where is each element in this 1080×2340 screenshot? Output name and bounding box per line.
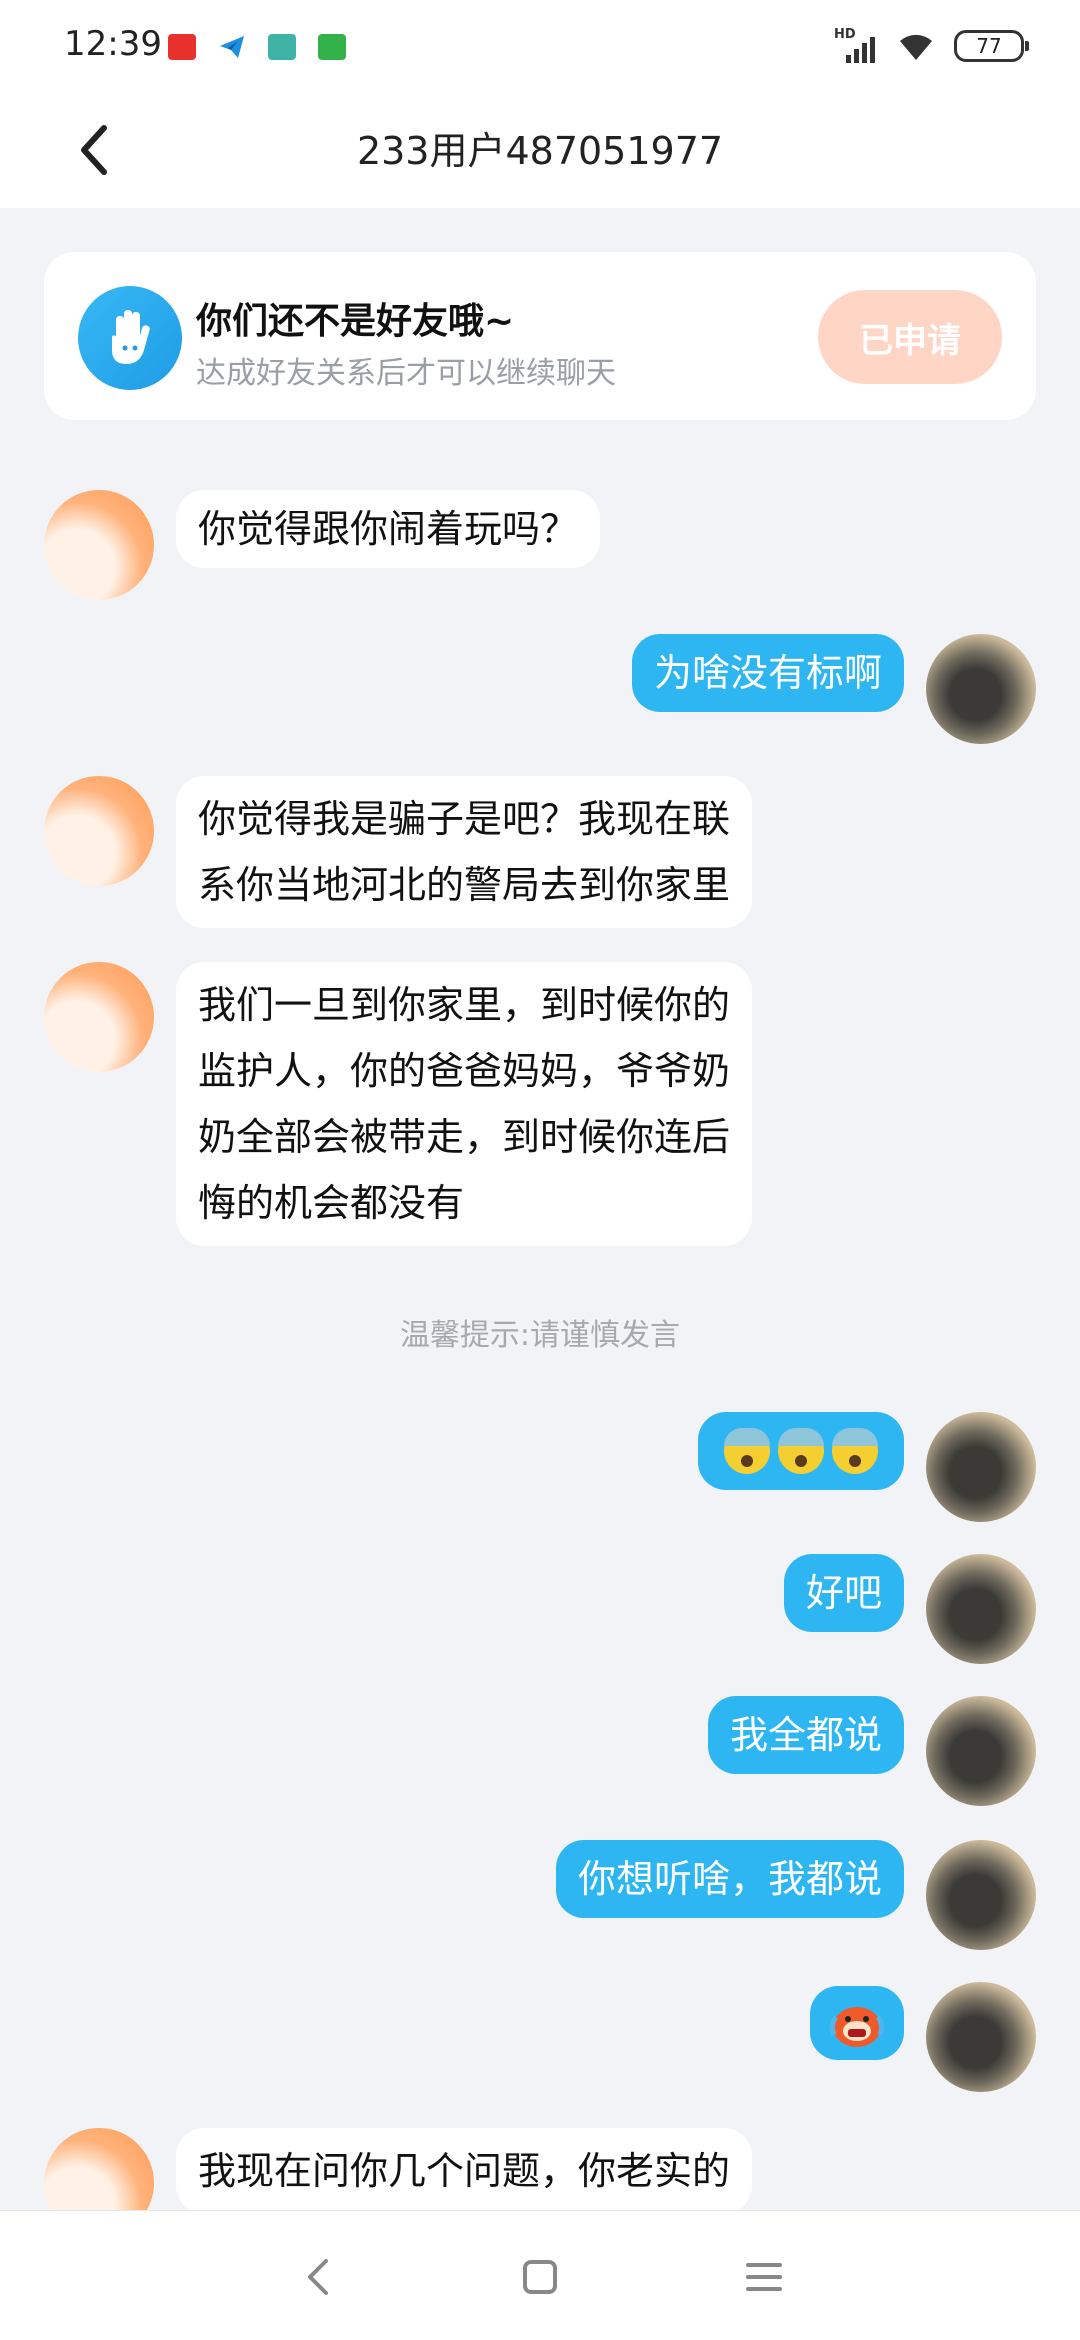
- message-text: 好吧: [805, 1571, 882, 1615]
- nav-home-button[interactable]: [510, 2247, 570, 2307]
- applied-button[interactable]: 已申请: [818, 290, 1002, 384]
- status-indicators: HD 77: [834, 26, 1029, 66]
- app-notification-icon: [268, 34, 296, 60]
- message-bubble[interactable]: 你想听啥，我都说: [555, 1840, 904, 1918]
- battery-icon: 77: [954, 30, 1029, 62]
- message-line: 奶全部会被带走，到时候你连后: [198, 1115, 731, 1159]
- message-row: 我全都说: [0, 1696, 1080, 1806]
- fearful-face-icon: [724, 1428, 770, 1474]
- chat-header: 233用户487051977: [0, 92, 1080, 208]
- fearful-face-icon: [832, 1428, 878, 1474]
- friend-notice-subtitle: 达成好友关系后才可以继续聊天: [196, 356, 616, 391]
- system-hint: 温馨提示:请谨慎发言: [399, 1318, 681, 1353]
- my-avatar[interactable]: [926, 1982, 1036, 2092]
- telegram-app-icon: [218, 34, 246, 60]
- nav-menu-icon: [746, 2263, 782, 2291]
- battery-level: 77: [976, 34, 1002, 58]
- friend-notice-title: 你们还不是好友哦~: [196, 301, 515, 342]
- toutiao-app-icon: [168, 34, 196, 60]
- message-text: 我现在问你几个问题，你老实的: [198, 2149, 731, 2193]
- other-user-avatar[interactable]: [44, 962, 154, 1072]
- message-row: 为啥没有标啊: [0, 634, 1080, 744]
- other-user-avatar[interactable]: [44, 490, 154, 600]
- message-row: [0, 1412, 1080, 1522]
- nav-back-icon: [308, 2259, 328, 2295]
- message-bubble[interactable]: 为啥没有标啊: [631, 634, 904, 712]
- hand-wave-icon: [78, 286, 182, 390]
- message-text: 你觉得跟你闹着玩吗？: [198, 507, 579, 551]
- message-line: 监护人，你的爸爸妈妈，爷爷奶: [198, 1049, 731, 1093]
- my-avatar[interactable]: [926, 1554, 1036, 1664]
- message-bubble[interactable]: [810, 1986, 904, 2060]
- message-bubble[interactable]: 好吧: [783, 1554, 904, 1632]
- message-text: 我全都说: [729, 1713, 882, 1757]
- cellular-signal-icon: HD: [834, 27, 878, 65]
- message-row: [0, 1982, 1080, 2092]
- message-line: 系你当地河北的警局去到你家里: [198, 863, 731, 907]
- message-bubble[interactable]: 我们一旦到你家里，到时候你的 监护人，你的爸爸妈妈，爷爷奶 奶全部会被带走，到时…: [176, 962, 753, 1246]
- message-row: 你觉得我是骗子是吧？我现在联 系你当地河北的警局去到你家里: [0, 776, 1080, 928]
- message-bubble[interactable]: 我全都说: [707, 1696, 904, 1774]
- wifi-icon: [900, 34, 932, 60]
- page-title: 233用户487051977: [356, 129, 724, 173]
- nav-home-icon: [523, 2260, 557, 2294]
- wechat-like-app-icon: [318, 34, 346, 60]
- message-text: 你想听啥，我都说: [577, 1857, 882, 1901]
- my-avatar[interactable]: [926, 634, 1036, 744]
- message-bubble[interactable]: 你觉得跟你闹着玩吗？: [176, 490, 601, 568]
- message-row: 我们一旦到你家里，到时候你的 监护人，你的爸爸妈妈，爷爷奶 奶全部会被带走，到时…: [0, 962, 1080, 1252]
- message-row: 你想听啥，我都说: [0, 1840, 1080, 1950]
- my-avatar[interactable]: [926, 1412, 1036, 1522]
- message-bubble[interactable]: 你觉得我是骗子是吧？我现在联 系你当地河北的警局去到你家里: [176, 776, 753, 928]
- message-text: 为啥没有标啊: [653, 651, 882, 695]
- message-row: 我现在问你几个问题，你老实的: [0, 2128, 1080, 2210]
- my-avatar[interactable]: [926, 1696, 1036, 1806]
- fearful-face-icon: [778, 1428, 824, 1474]
- message-row: 好吧: [0, 1554, 1080, 1664]
- message-bubble[interactable]: 我现在问你几个问题，你老实的: [176, 2128, 753, 2210]
- message-line: 我们一旦到你家里，到时候你的: [198, 983, 731, 1027]
- message-line: 悔的机会都没有: [198, 1181, 465, 1225]
- nav-menu-button[interactable]: [734, 2247, 794, 2307]
- my-avatar[interactable]: [926, 1840, 1036, 1950]
- crying-sticker-icon: [826, 1995, 888, 2051]
- system-navigation-bar: [0, 2210, 1080, 2340]
- status-bar: 12:39 HD 77: [0, 0, 1080, 92]
- message-bubble[interactable]: [698, 1412, 904, 1490]
- message-row: 你觉得跟你闹着玩吗？: [0, 490, 1080, 600]
- nav-back-button[interactable]: [288, 2247, 348, 2307]
- friend-notice-card: 你们还不是好友哦~ 达成好友关系后才可以继续聊天 已申请: [44, 252, 1036, 420]
- other-user-avatar[interactable]: [44, 776, 154, 886]
- status-time: 12:39: [64, 24, 162, 64]
- other-user-avatar[interactable]: [44, 2128, 154, 2210]
- message-line: 你觉得我是骗子是吧？我现在联: [198, 797, 731, 841]
